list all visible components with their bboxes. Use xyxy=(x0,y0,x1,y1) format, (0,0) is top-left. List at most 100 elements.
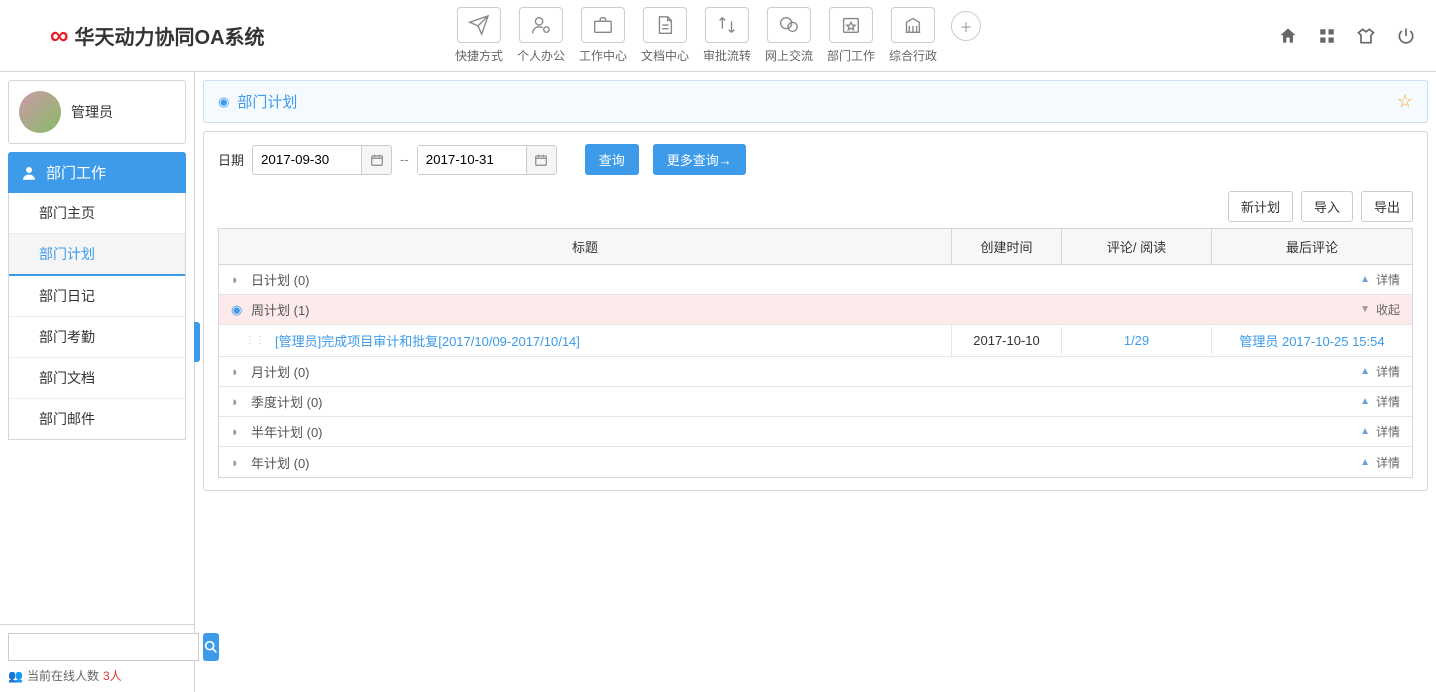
date-from-input[interactable] xyxy=(253,146,361,174)
search-input[interactable] xyxy=(8,633,199,661)
building-icon xyxy=(891,7,935,43)
chevron-down-icon: ◉ xyxy=(231,302,247,318)
export-button[interactable]: 导出 xyxy=(1361,191,1413,222)
date-label: 日期 xyxy=(218,150,244,169)
sidebar-item-home[interactable]: 部门主页 xyxy=(9,193,185,234)
collapse-link[interactable]: 收起 xyxy=(1376,301,1400,318)
user-name: 管理员 xyxy=(71,102,113,122)
sort-up-icon: ▲ xyxy=(1360,366,1370,377)
plan-title-link[interactable]: [管理员]完成项目审计和批复[2017/10/09-2017/10/14] xyxy=(275,331,580,350)
sidebar-item-docs[interactable]: 部门文档 xyxy=(9,358,185,399)
sort-up-icon: ▲ xyxy=(1360,457,1370,468)
nav-right xyxy=(1278,26,1416,46)
detail-link[interactable]: 详情 xyxy=(1376,393,1400,410)
sidebar-item-attendance[interactable]: 部门考勤 xyxy=(9,317,185,358)
calendar-to-button[interactable] xyxy=(526,146,556,174)
nav-center: 快捷方式 个人办公 工作中心 文档中心 审批流转 网上交流 部门工作 综合行政 xyxy=(455,7,981,64)
detail-link[interactable]: 详情 xyxy=(1376,271,1400,288)
sort-up-icon: ▲ xyxy=(1360,396,1370,407)
plan-grid: 标题 创建时间 评论/ 阅读 最后评论 ◗ 日计划 (0) ▲详情 ◉ 周计划 … xyxy=(218,228,1413,478)
panel-title-bar: ◉ 部门计划 ☆ xyxy=(203,80,1428,123)
calendar-from-button[interactable] xyxy=(361,146,391,174)
nav-communication[interactable]: 网上交流 xyxy=(765,7,813,64)
shirt-icon[interactable] xyxy=(1356,26,1376,46)
col-title: 标题 xyxy=(219,229,952,264)
document-icon xyxy=(643,7,687,43)
sidebar-item-mail[interactable]: 部门邮件 xyxy=(9,399,185,439)
sidebar-menu: 部门工作 部门主页 部门计划 部门日记 部门考勤 部门文档 部门邮件 xyxy=(8,152,186,440)
user-gear-icon xyxy=(519,7,563,43)
date-to-input[interactable] xyxy=(418,146,526,174)
chevron-right-icon: ◗ xyxy=(231,394,247,409)
power-icon[interactable] xyxy=(1396,26,1416,46)
group-monthly[interactable]: ◗ 月计划 (0) ▲详情 xyxy=(219,357,1412,387)
user-box: 管理员 xyxy=(8,80,186,144)
group-daily[interactable]: ◗ 日计划 (0) ▲详情 xyxy=(219,265,1412,295)
app-logo: ∞ 华天动力协同OA系统 xyxy=(50,20,265,51)
sidebar-item-plan[interactable]: 部门计划 xyxy=(9,234,185,276)
nav-add-button[interactable]: ＋ xyxy=(951,11,981,41)
filter-panel: 日期 -- 查询 更多查询→ 新计划 导入 导出 xyxy=(203,131,1428,491)
chevron-right-icon: ◗ xyxy=(231,364,247,379)
online-status: 👥 当前在线人数 3人 xyxy=(8,667,186,684)
detail-link[interactable]: 详情 xyxy=(1376,423,1400,440)
group-halfyear[interactable]: ◗ 半年计划 (0) ▲详情 xyxy=(219,417,1412,447)
import-button[interactable]: 导入 xyxy=(1301,191,1353,222)
group-quarter[interactable]: ◗ 季度计划 (0) ▲详情 xyxy=(219,387,1412,417)
paper-plane-icon xyxy=(457,7,501,43)
star-calendar-icon xyxy=(829,7,873,43)
sidebar-collapse-handle[interactable] xyxy=(194,322,200,362)
col-create-time: 创建时间 xyxy=(952,229,1062,264)
nav-approval[interactable]: 审批流转 xyxy=(703,7,751,64)
app-header: ∞ 华天动力协同OA系统 快捷方式 个人办公 工作中心 文档中心 审批流转 网上… xyxy=(0,0,1436,72)
table-row: ⋮⋮ [管理员]完成项目审计和批复[2017/10/09-2017/10/14]… xyxy=(219,325,1412,357)
sidebar: 管理员 部门工作 部门主页 部门计划 部门日记 部门考勤 部门文档 部门邮件 xyxy=(0,72,195,692)
chat-icon xyxy=(767,7,811,43)
grid-icon[interactable] xyxy=(1318,27,1336,45)
nav-shortcut[interactable]: 快捷方式 xyxy=(455,7,503,64)
people-icon: 👥 xyxy=(8,669,23,683)
page-title: 部门计划 xyxy=(237,91,297,112)
comment-read-link[interactable]: 1/29 xyxy=(1124,333,1149,348)
date-to-box xyxy=(417,145,557,175)
briefcase-icon xyxy=(581,7,625,43)
grid-header: 标题 创建时间 评论/ 阅读 最后评论 xyxy=(219,229,1412,265)
query-button[interactable]: 查询 xyxy=(585,144,639,175)
filter-row: 日期 -- 查询 更多查询→ xyxy=(218,144,1413,175)
menu-header[interactable]: 部门工作 xyxy=(8,152,186,193)
nav-workcenter[interactable]: 工作中心 xyxy=(579,7,627,64)
cell-create-time: 2017-10-10 xyxy=(952,327,1062,354)
search-icon xyxy=(203,639,219,655)
sidebar-item-diary[interactable]: 部门日记 xyxy=(9,276,185,317)
group-year[interactable]: ◗ 年计划 (0) ▲详情 xyxy=(219,447,1412,477)
detail-link[interactable]: 详情 xyxy=(1376,454,1400,471)
home-icon[interactable] xyxy=(1278,26,1298,46)
nav-doccenter[interactable]: 文档中心 xyxy=(641,7,689,64)
new-plan-button[interactable]: 新计划 xyxy=(1228,191,1293,222)
nav-personal[interactable]: 个人办公 xyxy=(517,7,565,64)
sidebar-bottom: 👥 当前在线人数 3人 xyxy=(0,624,194,692)
search-button[interactable] xyxy=(203,633,219,661)
sort-down-icon: ▼ xyxy=(1360,304,1370,315)
main-content: ◉ 部门计划 ☆ 日期 -- 查询 更多查询→ 新计划 xyxy=(195,72,1436,692)
nav-department[interactable]: 部门工作 xyxy=(827,7,875,64)
sort-up-icon: ▲ xyxy=(1360,426,1370,437)
group-weekly[interactable]: ◉ 周计划 (1) ▼收起 xyxy=(219,295,1412,325)
sort-up-icon: ▲ xyxy=(1360,274,1370,285)
drag-handle-icon[interactable]: ⋮⋮ xyxy=(245,335,265,346)
date-range-dash: -- xyxy=(400,152,409,167)
favorite-star-icon[interactable]: ☆ xyxy=(1397,91,1413,112)
action-row: 新计划 导入 导出 xyxy=(218,191,1413,222)
detail-link[interactable]: 详情 xyxy=(1376,363,1400,380)
more-query-button[interactable]: 更多查询→ xyxy=(653,144,746,175)
nav-admin[interactable]: 综合行政 xyxy=(889,7,937,64)
exchange-icon xyxy=(705,7,749,43)
app-title: 华天动力协同OA系统 xyxy=(75,21,265,50)
arrow-right-circle-icon: ◉ xyxy=(218,94,229,110)
plus-icon: ＋ xyxy=(960,17,973,36)
last-comment-link[interactable]: 管理员 2017-10-25 15:54 xyxy=(1239,334,1384,349)
calendar-icon xyxy=(370,153,384,167)
date-from-box xyxy=(252,145,392,175)
logo-icon: ∞ xyxy=(50,20,69,51)
col-last-comment: 最后评论 xyxy=(1212,229,1412,264)
